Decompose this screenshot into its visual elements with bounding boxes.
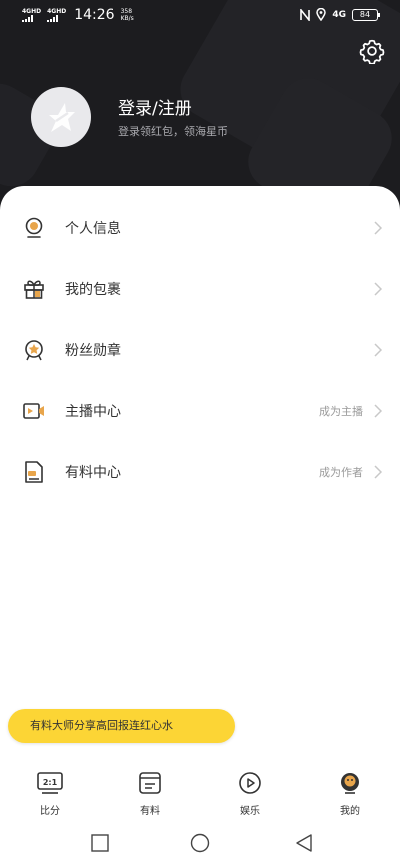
network-type: 4G bbox=[332, 9, 346, 20]
menu-label: 粉丝勋章 bbox=[65, 343, 121, 359]
menu-item-personal-info[interactable]: 个人信息 bbox=[0, 200, 400, 256]
login-subtitle: 登录领红包，领海星币 bbox=[118, 125, 228, 138]
medal-icon bbox=[25, 340, 43, 361]
bottom-tab-bar: 2:1 比分 有料 娱乐 我的 bbox=[0, 762, 400, 820]
sim1-signal-icon: 4GHD bbox=[22, 8, 41, 22]
score-icon: 2:1 bbox=[37, 772, 63, 794]
play-icon bbox=[239, 772, 261, 794]
back-icon[interactable] bbox=[293, 832, 315, 854]
menu-item-my-packages[interactable]: 我的包裹 bbox=[0, 261, 400, 317]
tab-entertainment[interactable]: 娱乐 bbox=[220, 770, 280, 817]
become-streamer-hint: 成为主播 bbox=[319, 405, 363, 418]
tab-label: 有料 bbox=[140, 806, 160, 817]
user-badge-icon bbox=[25, 217, 43, 238]
menu-label: 个人信息 bbox=[65, 221, 121, 237]
clock: 14:26 bbox=[74, 7, 115, 23]
nfc-icon bbox=[300, 8, 311, 21]
chevron-right-icon bbox=[374, 221, 383, 235]
settings-gear-icon[interactable] bbox=[359, 38, 385, 64]
menu-item-content-center[interactable]: 有料中心 成为作者 bbox=[0, 444, 400, 500]
menu-label: 主播中心 bbox=[65, 404, 121, 420]
chevron-right-icon bbox=[374, 404, 383, 418]
menu-item-fan-medal[interactable]: 粉丝勋章 bbox=[0, 322, 400, 378]
tab-score[interactable]: 2:1 比分 bbox=[20, 770, 80, 817]
tab-label: 我的 bbox=[340, 806, 360, 817]
network-speed: 358 KB/s bbox=[120, 8, 134, 22]
recent-apps-icon[interactable] bbox=[89, 832, 111, 854]
svg-text:2:1: 2:1 bbox=[43, 778, 58, 787]
notes-icon bbox=[139, 772, 161, 794]
profile-icon bbox=[341, 773, 359, 794]
tab-content[interactable]: 有料 bbox=[120, 770, 180, 817]
status-bar: 4GHD 4GHD 14:26 358 KB/s 4G 84 bbox=[0, 0, 400, 30]
gift-box-icon bbox=[24, 280, 44, 299]
chevron-right-icon bbox=[374, 343, 383, 357]
chevron-right-icon bbox=[374, 282, 383, 296]
become-author-hint: 成为作者 bbox=[319, 466, 363, 479]
login-register-link[interactable]: 登录/注册 bbox=[118, 94, 192, 119]
tab-mine[interactable]: 我的 bbox=[320, 770, 380, 817]
chevron-right-icon bbox=[374, 465, 383, 479]
battery-icon: 84 bbox=[352, 8, 380, 21]
menu-label: 有料中心 bbox=[65, 465, 121, 481]
promo-banner[interactable]: 有料大师分享高回报连红心水 bbox=[8, 709, 235, 743]
profile-header: 4GHD 4GHD 14:26 358 KB/s 4G 84 登录/注册 登录领… bbox=[0, 0, 400, 215]
tab-label: 娱乐 bbox=[240, 806, 260, 817]
location-icon bbox=[316, 8, 327, 21]
video-camera-icon bbox=[23, 403, 44, 419]
menu-item-streamer-center[interactable]: 主播中心 成为主播 bbox=[0, 383, 400, 439]
menu-label: 我的包裹 bbox=[65, 282, 121, 298]
sim2-signal-icon: 4GHD bbox=[47, 8, 66, 22]
system-nav-bar bbox=[0, 820, 400, 866]
tab-label: 比分 bbox=[40, 806, 60, 817]
home-icon[interactable] bbox=[189, 832, 211, 854]
document-icon bbox=[25, 461, 43, 483]
avatar[interactable] bbox=[31, 87, 91, 147]
star-logo-icon bbox=[49, 103, 75, 132]
